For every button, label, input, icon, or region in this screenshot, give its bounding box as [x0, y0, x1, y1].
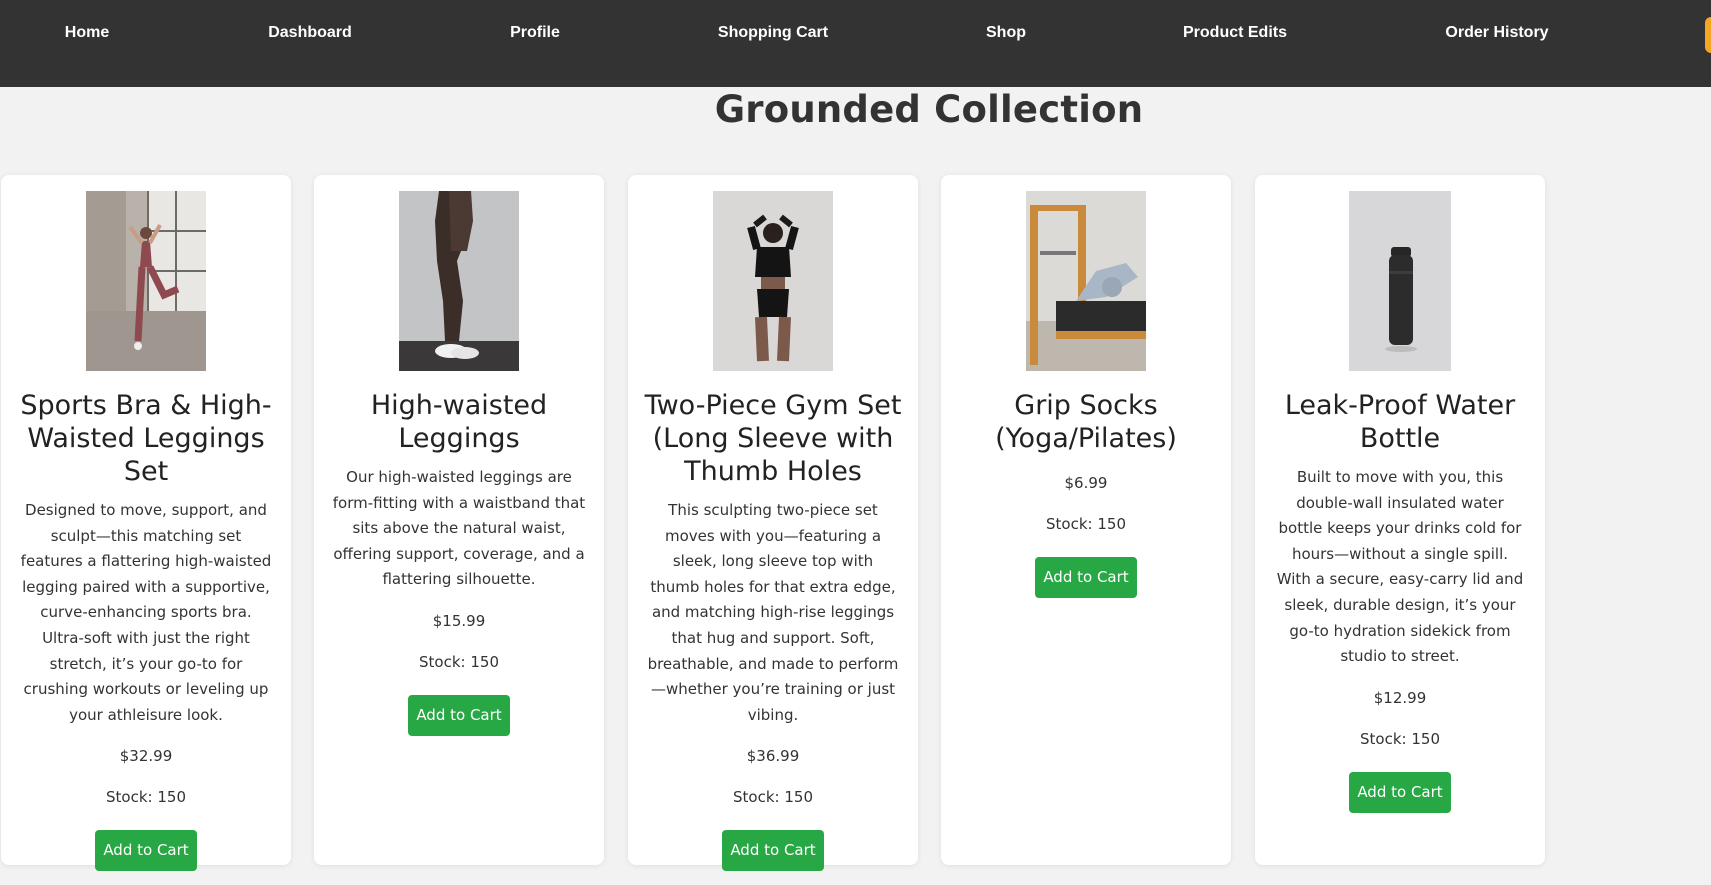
product-card: Grip Socks (Yoga/Pilates) $6.99 Stock: 1… — [941, 175, 1231, 865]
add-to-cart-button[interactable]: Add to Cart — [95, 830, 197, 872]
nav-order-history[interactable]: Order History — [1445, 24, 1548, 42]
nav-dashboard[interactable]: Dashboard — [268, 24, 352, 42]
nav-profile[interactable]: Profile — [510, 24, 560, 42]
product-card: High-waisted Leggings Our high-waisted l… — [314, 175, 604, 865]
product-price: $12.99 — [1373, 688, 1427, 707]
product-image — [1026, 191, 1146, 371]
product-card: Sports Bra & High-Waisted Leggings Set D… — [1, 175, 291, 872]
product-description: Built to move with you, this double-wall… — [1276, 468, 1524, 666]
add-to-cart-button[interactable]: Add to Cart — [1349, 771, 1451, 813]
nav-edge-button[interactable] — [1705, 17, 1711, 53]
product-price: $36.99 — [746, 747, 800, 766]
product-stock: Stock: 150 — [106, 788, 186, 807]
product-stock: Stock: 150 — [1046, 515, 1126, 533]
product-name: High-waisted Leggings — [370, 390, 548, 454]
product-image — [713, 191, 833, 371]
product-stock: Stock: 150 — [419, 652, 499, 671]
top-navbar: Home Dashboard Profile Shopping Cart Sho… — [0, 0, 1711, 87]
product-stock: Stock: 150 — [1360, 729, 1440, 748]
add-to-cart-button[interactable]: Add to Cart — [1035, 557, 1137, 598]
product-image — [86, 191, 206, 371]
product-card: Leak-Proof Water Bottle Built to move wi… — [1255, 175, 1545, 865]
product-description: This sculpting two-piece set moves with … — [647, 501, 899, 724]
nav-product-edits[interactable]: Product Edits — [1183, 24, 1287, 42]
product-description: Our high-waisted leggings are form-fitti… — [332, 468, 586, 589]
product-price: $15.99 — [432, 611, 486, 630]
product-name: Two-Piece Gym Set (Long Sleeve with Thum… — [644, 390, 902, 487]
nav-home[interactable]: Home — [65, 24, 109, 42]
product-image — [399, 191, 519, 371]
add-to-cart-button[interactable]: Add to Cart — [408, 694, 510, 736]
add-to-cart-button[interactable]: Add to Cart — [722, 830, 824, 872]
product-image — [1349, 191, 1451, 371]
product-stock: Stock: 150 — [733, 788, 813, 807]
product-description: Designed to move, support, and sculpt—th… — [20, 501, 272, 724]
product-price: $32.99 — [119, 747, 173, 766]
product-price: $6.99 — [1064, 474, 1108, 492]
product-name: Grip Socks (Yoga/Pilates) — [995, 390, 1177, 454]
product-card: Two-Piece Gym Set (Long Sleeve with Thum… — [628, 175, 918, 872]
product-name: Leak-Proof Water Bottle — [1284, 390, 1516, 454]
product-name: Sports Bra & High-Waisted Leggings Set — [20, 390, 272, 487]
nav-shopping-cart[interactable]: Shopping Cart — [718, 24, 828, 42]
nav-shop[interactable]: Shop — [986, 24, 1026, 42]
page-title: Grounded Collection — [714, 88, 1144, 131]
